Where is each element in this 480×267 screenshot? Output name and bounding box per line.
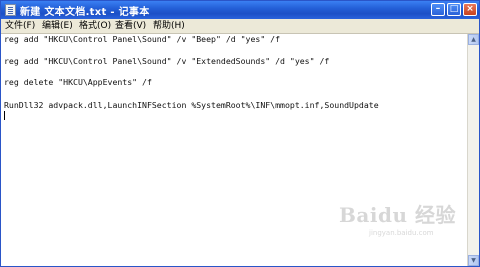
baidu-watermark: Baidu 经验 jingyan.baidu.com	[339, 199, 467, 249]
editor-line: reg add "HKCU\Control Panel\Sound" /v "E…	[4, 56, 330, 66]
menu-bar: 文件(F) 编辑(E) 格式(O) 查看(V) 帮助(H)	[1, 19, 479, 34]
watermark-url: jingyan.baidu.com	[369, 229, 434, 237]
notepad-window: 新建 文本文档.txt - 记事本 – □ × 文件(F) 编辑(E) 格式(O…	[0, 0, 480, 267]
menu-file[interactable]: 文件(F)	[5, 21, 35, 32]
notepad-icon[interactable]	[5, 4, 16, 16]
editor-line: RunDll32 advpack.dll,LaunchINFSection %S…	[4, 100, 379, 110]
close-button[interactable]: ×	[463, 3, 477, 16]
editor-line: reg delete "HKCU\AppEvents" /f	[4, 77, 152, 87]
window-title: 新建 文本文档.txt - 记事本	[20, 7, 150, 18]
maximize-button[interactable]: □	[447, 3, 461, 16]
text-caret	[4, 111, 5, 120]
menu-view[interactable]: 查看(V)	[115, 21, 146, 32]
minimize-button[interactable]: –	[431, 3, 445, 16]
title-bar[interactable]: 新建 文本文档.txt - 记事本 – □ ×	[1, 1, 479, 19]
scroll-down-arrow-icon[interactable]: ▼	[468, 255, 479, 266]
menu-help[interactable]: 帮助(H)	[153, 21, 185, 32]
menu-edit[interactable]: 编辑(E)	[42, 21, 73, 32]
watermark-brand: Baidu 经验	[339, 203, 456, 227]
menu-format[interactable]: 格式(O)	[79, 21, 111, 32]
vertical-scrollbar[interactable]: ▲ ▼	[467, 34, 479, 266]
editor-line: reg add "HKCU\Control Panel\Sound" /v "B…	[4, 34, 281, 44]
scroll-up-arrow-icon[interactable]: ▲	[468, 34, 479, 45]
